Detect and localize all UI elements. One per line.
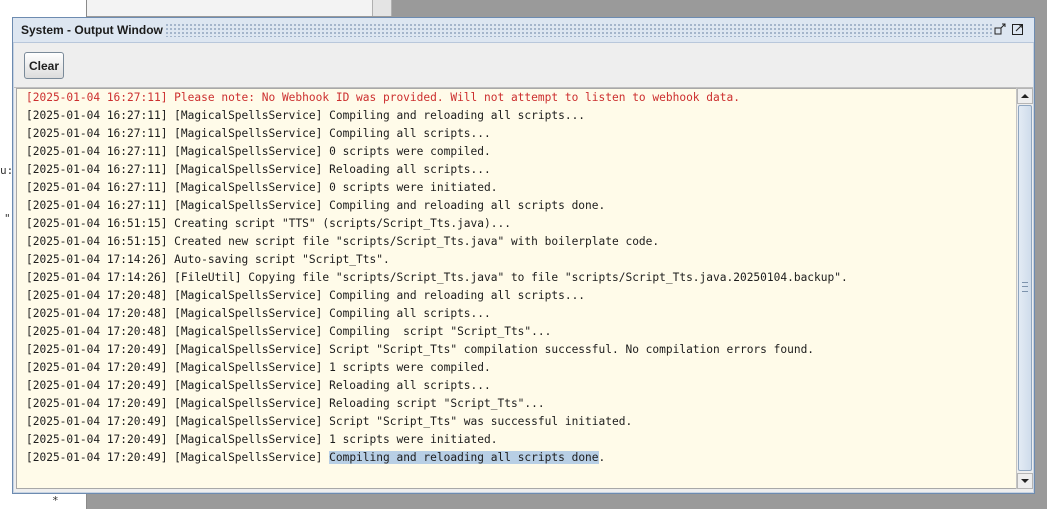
log-line-text: [2025-01-04 17:20:49] [MagicalSpellsServ… [26,361,491,374]
log-line-text: [2025-01-04 17:20:49] [MagicalSpellsServ… [26,397,545,410]
log-line: [2025-01-04 17:20:48] [MagicalSpellsServ… [26,323,848,341]
log-line: [2025-01-04 16:27:11] [MagicalSpellsServ… [26,197,848,215]
log-line-text: [2025-01-04 16:51:15] Created new script… [26,235,660,248]
log-line: [2025-01-04 17:20:48] [MagicalSpellsServ… [26,287,848,305]
title-bar-grip [165,23,992,37]
log-line: [2025-01-04 16:27:11] [MagicalSpellsServ… [26,143,848,161]
background-text: * [52,494,59,507]
log-line-text: . [598,451,606,464]
log-line: [2025-01-04 17:14:26] [FileUtil] Copying… [26,269,848,287]
log-line-text: [2025-01-04 17:14:26] [FileUtil] Copying… [26,271,848,284]
log-line-text: [2025-01-04 17:20:49] [MagicalSpellsServ… [26,379,491,392]
log-line-text: [2025-01-04 17:14:26] Auto-saving script… [26,253,390,266]
scroll-down-icon[interactable] [1017,473,1033,489]
minimize-icon[interactable] [993,22,1007,36]
log-line: [2025-01-04 16:27:11] [MagicalSpellsServ… [26,125,848,143]
output-toolbar: Clear [14,43,1033,88]
log-line-text: [2025-01-04 17:20:48] [MagicalSpellsServ… [26,289,586,302]
log-line-text: [2025-01-04 16:27:11] [MagicalSpellsServ… [26,127,491,140]
log-line: [2025-01-04 16:27:11] [MagicalSpellsServ… [26,179,848,197]
log-line: [2025-01-04 16:27:11] [MagicalSpellsServ… [26,161,848,179]
log-line-text: [2025-01-04 17:20:49] [MagicalSpellsServ… [26,343,815,356]
log-line: [2025-01-04 17:20:48] [MagicalSpellsServ… [26,305,848,323]
scroll-up-icon[interactable] [1017,88,1033,104]
log-line: [2025-01-04 17:20:49] [MagicalSpellsServ… [26,341,848,359]
log-line-text: [2025-01-04 17:20:49] [MagicalSpellsServ… [26,451,330,464]
log-line-text: [2025-01-04 17:20:49] [MagicalSpellsServ… [26,433,498,446]
maximize-icon[interactable] [1011,22,1025,36]
log-line: [2025-01-04 17:20:49] [MagicalSpellsServ… [26,377,848,395]
vertical-scrollbar[interactable] [1016,88,1033,489]
log-line-text: [2025-01-04 17:20:48] [MagicalSpellsServ… [26,307,491,320]
log-line-text: [2025-01-04 17:20:49] [MagicalSpellsServ… [26,415,633,428]
background-splitter [372,0,392,16]
log-line: [2025-01-04 17:14:26] Auto-saving script… [26,251,848,269]
log-line: [2025-01-04 17:20:49] [MagicalSpellsServ… [26,431,848,449]
log-line: [2025-01-04 16:27:11] [MagicalSpellsServ… [26,107,848,125]
background-text: " [4,212,11,225]
log-line: [2025-01-04 16:51:15] Creating script "T… [26,215,848,233]
output-window: System - Output Window Clear [2025-01-04… [12,17,1035,494]
log-line-text: [2025-01-04 17:20:48] [MagicalSpellsServ… [26,325,552,338]
log-line-text: [2025-01-04 16:27:11] [MagicalSpellsServ… [26,145,491,158]
scrollbar-thumb[interactable] [1018,105,1032,471]
window-title: System - Output Window [21,23,169,37]
window-title-bar[interactable]: System - Output Window [13,18,1034,43]
output-log[interactable]: [2025-01-04 16:27:11] Please note: No We… [16,88,1018,489]
log-line-text: [2025-01-04 16:27:11] [MagicalSpellsServ… [26,181,498,194]
log-line: [2025-01-04 16:27:11] Please note: No We… [26,89,848,107]
log-line-text: [2025-01-04 16:27:11] Please note: No We… [26,91,740,104]
log-line-text: [2025-01-04 16:27:11] [MagicalSpellsServ… [26,199,606,212]
log-lines: [2025-01-04 16:27:11] Please note: No We… [26,89,848,467]
log-line-text: [2025-01-04 16:51:15] Creating script "T… [26,217,511,230]
log-line-text: [2025-01-04 16:27:11] [MagicalSpellsServ… [26,109,586,122]
selected-text: Compiling and reloading all scripts done [329,451,599,464]
log-line: [2025-01-04 17:20:49] [MagicalSpellsServ… [26,395,848,413]
log-line: [2025-01-04 17:20:49] [MagicalSpellsServ… [26,359,848,377]
clear-button[interactable]: Clear [24,52,64,79]
log-line: [2025-01-04 17:20:49] [MagicalSpellsServ… [26,413,848,431]
log-line: [2025-01-04 17:20:49] [MagicalSpellsServ… [26,449,848,467]
log-line-text: [2025-01-04 16:27:11] [MagicalSpellsServ… [26,163,491,176]
log-line: [2025-01-04 16:51:15] Created new script… [26,233,848,251]
grip-icon [1022,282,1028,292]
